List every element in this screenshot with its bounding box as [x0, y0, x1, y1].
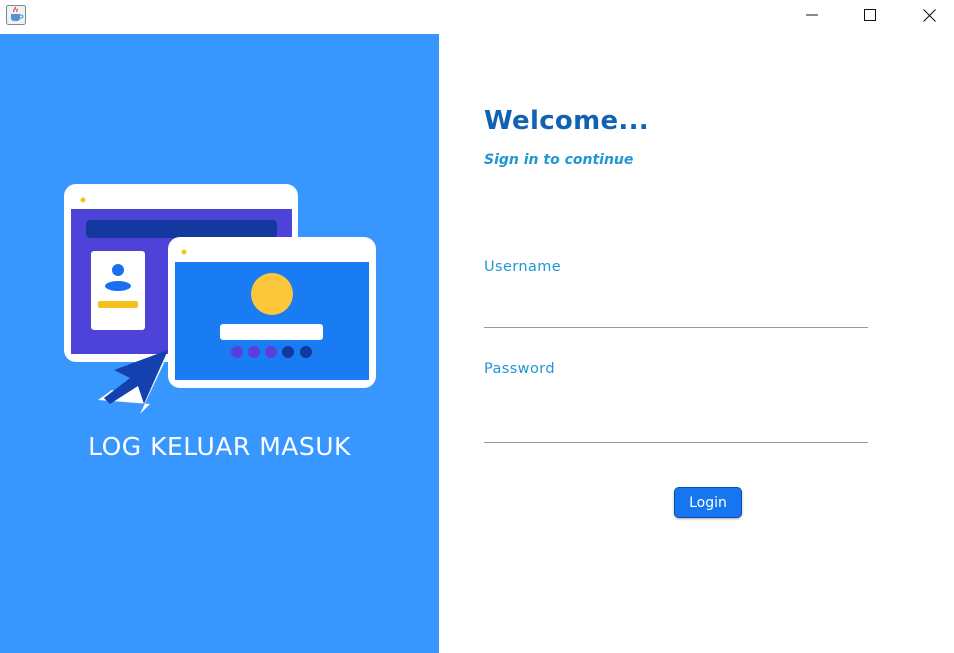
brand-title: LOG KELUAR MASUK — [88, 432, 351, 461]
brand-panel: LOG KELUAR MASUK — [0, 34, 439, 653]
password-label: Password — [484, 361, 555, 377]
login-illustration — [60, 182, 380, 422]
username-input[interactable] — [484, 297, 868, 328]
sign-in-subtitle: Sign in to continue — [484, 152, 634, 168]
minimize-button[interactable] — [783, 0, 841, 30]
maximize-button[interactable] — [841, 0, 899, 30]
close-icon — [922, 8, 936, 22]
java-app-icon[interactable] — [6, 5, 26, 25]
minimize-icon — [806, 14, 818, 16]
password-input[interactable] — [484, 412, 868, 443]
login-button[interactable]: Login — [674, 487, 742, 518]
close-button[interactable] — [900, 0, 954, 30]
username-label: Username — [484, 259, 562, 275]
maximize-icon — [864, 9, 876, 21]
welcome-heading: Welcome... — [484, 106, 649, 136]
title-bar — [0, 0, 954, 34]
